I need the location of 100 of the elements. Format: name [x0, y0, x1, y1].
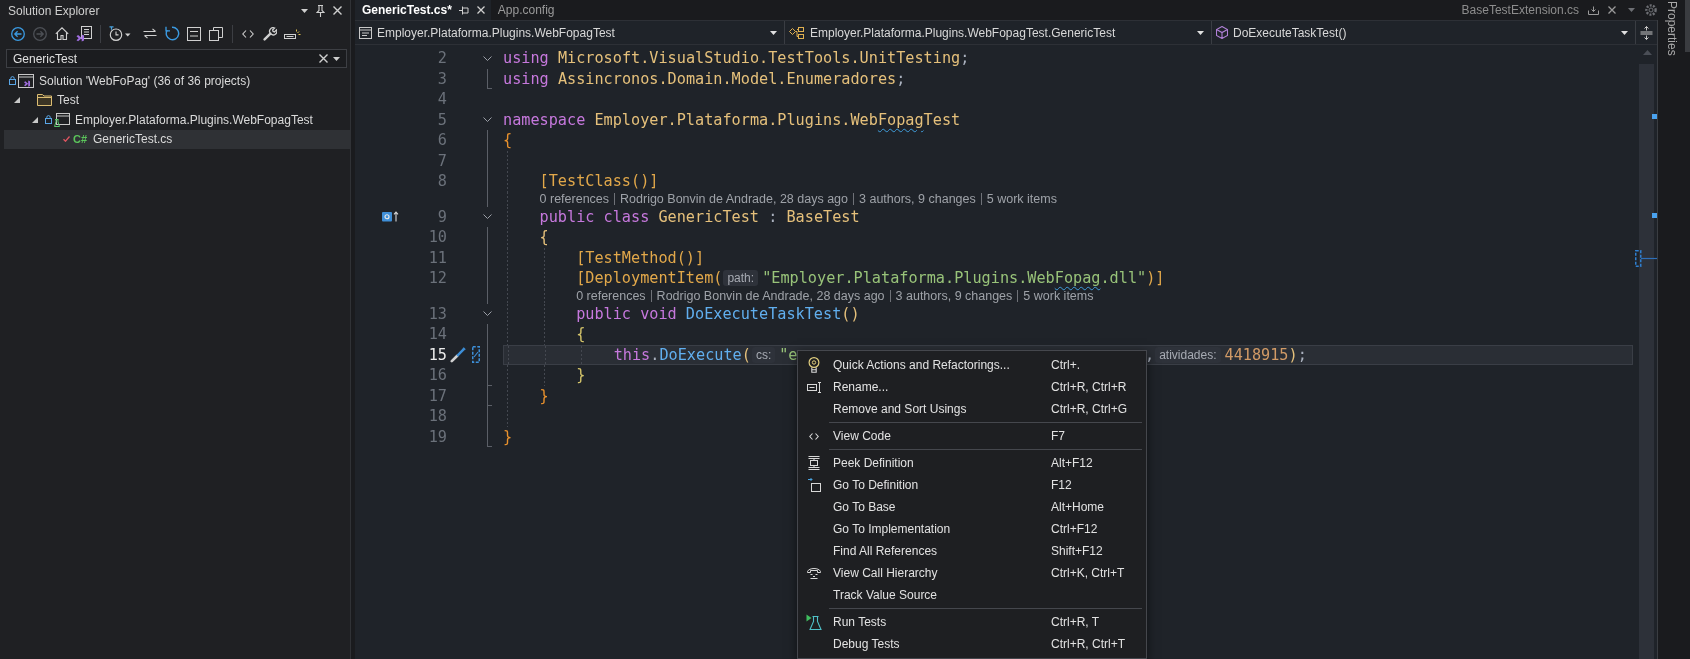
codelens-link[interactable]: Rodrigo Bonvin de Andrade, 28 days ago — [650, 290, 885, 302]
solution-icon — [18, 73, 34, 88]
code-text: this.DoExecute( — [613, 345, 751, 364]
codelens-link[interactable]: Rodrigo Bonvin de Andrade, 28 days ago — [614, 193, 848, 205]
scroll-marker-icon — [1652, 213, 1657, 218]
pin-icon[interactable] — [458, 5, 469, 15]
line-number: 11 — [427, 248, 447, 267]
chevron-down-icon[interactable] — [483, 214, 492, 220]
tree-item[interactable]: C# GenericTest.cs — [4, 129, 350, 149]
home-icon[interactable] — [55, 27, 69, 40]
code-text: "e — [779, 345, 798, 364]
code-text: } — [503, 427, 513, 446]
line-number: 13 — [427, 304, 447, 323]
side-tab[interactable]: Properties — [1664, 0, 1679, 56]
code-text: { — [576, 325, 586, 344]
line-number: 17 — [427, 386, 447, 405]
caret-position-marker-icon — [1635, 250, 1657, 267]
line-number: 19 — [427, 427, 447, 446]
menu-item[interactable]: Find All References Shift+F12 — [798, 540, 1146, 562]
dropdown[interactable]: Employer.Plataforma.Plugins.WebFopagTest.GenericTest — [785, 21, 1212, 44]
close-icon[interactable] — [1608, 6, 1616, 14]
codelens-link[interactable]: 5 work items — [980, 193, 1057, 205]
search-field[interactable]: GenericTest — [6, 49, 347, 68]
chevron-down-icon[interactable] — [483, 311, 492, 317]
scrollbar-thumb[interactable] — [1639, 64, 1654, 659]
code-text: , — [1144, 345, 1155, 364]
tree-item[interactable]: Employer.Plataforma.Plugins.WebFopagTest — [4, 110, 350, 130]
wrench-icon[interactable] — [263, 26, 277, 41]
menu-item[interactable]: Remove and Sort Usings Ctrl+R, Ctrl+G — [798, 398, 1146, 420]
codelens-link[interactable]: 3 authors, 9 changes — [853, 193, 976, 205]
flask-icon — [806, 614, 822, 630]
pin-icon[interactable] — [316, 4, 325, 17]
line-number: 16 — [427, 366, 447, 385]
caret-down-icon[interactable] — [770, 30, 777, 35]
tree-item[interactable]: Test — [4, 90, 350, 110]
panel-title: Solution Explorer — [8, 3, 101, 18]
line-number: 14 — [427, 325, 447, 344]
document-icon[interactable] — [76, 25, 92, 42]
code-text: 4418915); — [1224, 345, 1307, 364]
menu-item[interactable]: Go To Definition F12 — [798, 474, 1146, 496]
square-up-arrow-icon[interactable] — [382, 211, 399, 223]
menu-item[interactable]: View Code F7 — [798, 425, 1146, 447]
codelens-link[interactable]: 0 references — [576, 290, 646, 302]
menu-item[interactable]: Go To Implementation Ctrl+F12 — [798, 518, 1146, 540]
sparkle-bar-icon[interactable] — [283, 28, 301, 39]
tray-arrow-icon[interactable] — [1588, 5, 1599, 15]
sync-arrows-icon[interactable] — [143, 28, 157, 39]
folder-icon — [36, 94, 52, 107]
cube-icon — [1216, 26, 1228, 39]
scroll-marker-icon — [1652, 114, 1657, 119]
menu-item[interactable]: Quick Actions and Refactorings... Ctrl+. — [798, 354, 1146, 376]
code-text: [TestClass()] — [539, 172, 659, 191]
line-number: 2 — [436, 49, 447, 68]
caret-down-icon[interactable] — [333, 57, 340, 61]
menu-item[interactable]: Rename... Ctrl+R, Ctrl+R — [798, 376, 1146, 398]
project-icon — [359, 26, 372, 39]
code-text: [TestMethod()] — [576, 248, 705, 267]
close-icon[interactable] — [476, 6, 485, 14]
caret-down-icon[interactable] — [301, 8, 308, 13]
telephone-icon — [807, 567, 821, 579]
tab[interactable]: GenericTest.cs* — [355, 0, 491, 20]
collapse-icon[interactable] — [187, 26, 201, 41]
screwdriver-icon[interactable] — [450, 346, 467, 364]
menu-item[interactable]: Run Tests Ctrl+R, T — [798, 611, 1146, 633]
close-icon[interactable] — [333, 6, 342, 15]
dropdown[interactable]: Employer.Plataforma.Plugins.WebFopagTest — [355, 21, 785, 44]
chevron-down-icon[interactable] — [483, 117, 492, 123]
line-number: 15 — [427, 345, 447, 364]
menu-item[interactable]: Go To Base Alt+Home — [798, 496, 1146, 518]
inlay-hint: path: — [723, 270, 759, 287]
tab[interactable]: App.config — [490, 0, 561, 20]
codelens-link[interactable]: 5 work items — [1017, 290, 1094, 302]
code-brackets-icon[interactable] — [242, 29, 254, 38]
line-number: 8 — [436, 172, 447, 191]
menu-item[interactable]: Track Value Source — [798, 584, 1146, 606]
dropdown[interactable]: DoExecuteTaskTest() — [1212, 21, 1636, 44]
codelens-link[interactable]: 0 references — [539, 193, 610, 205]
code-text: { — [503, 131, 513, 150]
clear-icon[interactable] — [319, 54, 328, 63]
caret-down-icon[interactable] — [1197, 30, 1204, 35]
tree-item[interactable]: Solution 'WebFoPag' (36 of 36 projects) — [4, 71, 350, 91]
settings-icon[interactable] — [1645, 4, 1657, 16]
code-text: [DeploymentItem( — [576, 269, 723, 288]
scrollbar-thumb[interactable] — [1685, 0, 1690, 52]
clock-dropdown-icon[interactable] — [109, 26, 131, 41]
project-icon — [54, 112, 70, 127]
menu-item[interactable]: View Call Hierarchy Ctrl+K, Ctrl+T — [798, 562, 1146, 584]
refresh-icon[interactable] — [164, 26, 180, 41]
expanded-triangle-icon[interactable] — [32, 116, 38, 123]
copy-icon[interactable] — [209, 26, 223, 41]
caret-down-icon[interactable] — [1621, 30, 1628, 35]
expanded-triangle-icon[interactable] — [14, 97, 20, 104]
chevron-down-icon[interactable] — [483, 55, 492, 61]
codelens-link[interactable]: 3 authors, 9 changes — [889, 290, 1013, 302]
split-view-icon[interactable] — [1640, 25, 1653, 40]
inlay-hint: atividades: — [1155, 346, 1221, 363]
menu-item[interactable]: Debug Tests Ctrl+R, Ctrl+T — [798, 633, 1146, 655]
tab[interactable]: BaseTestExtension.cs — [1459, 3, 1618, 17]
menu-item[interactable]: Peek Definition Alt+F12 — [798, 452, 1146, 474]
file-type-icon: C# — [72, 133, 88, 146]
